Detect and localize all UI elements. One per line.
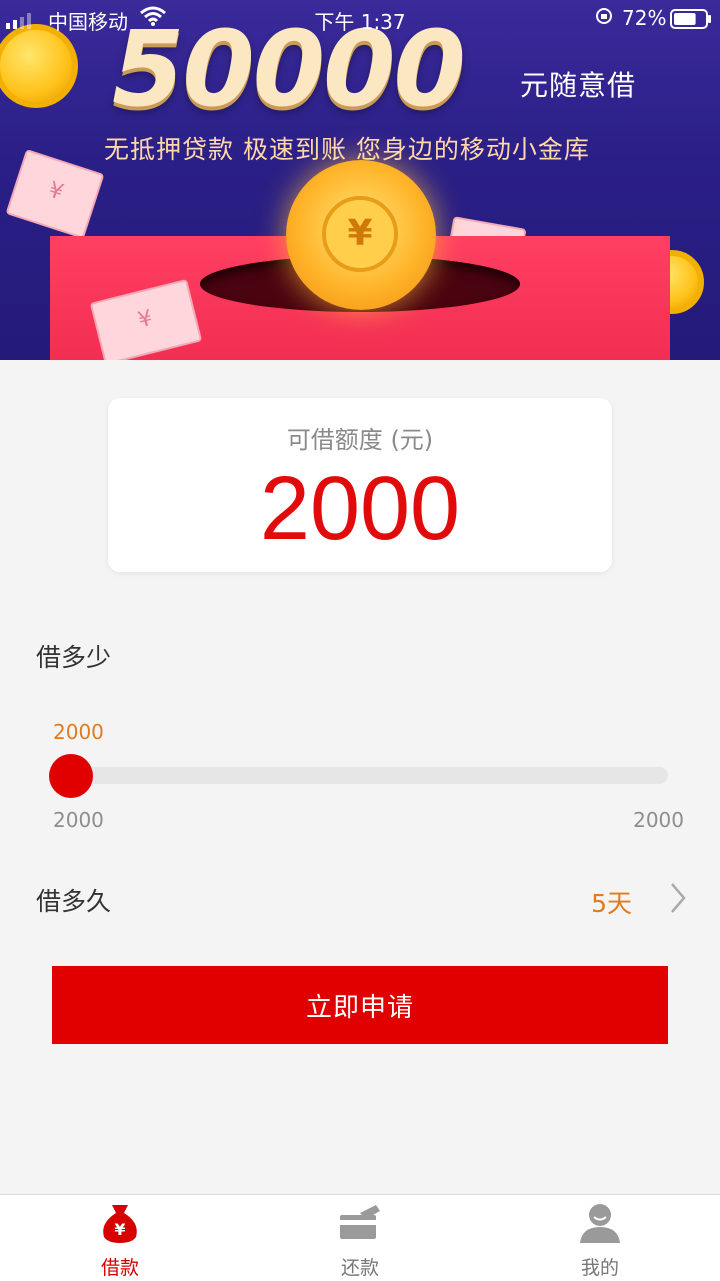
banknote-icon: ¥ — [5, 148, 105, 240]
banner-tagline: 无抵押贷款 极速到账 您身边的移动小金库 — [104, 135, 590, 164]
slider-max-label: 2000 — [633, 808, 684, 832]
term-section-label: 借多久 — [36, 887, 112, 916]
money-bag-icon: ¥ — [98, 1201, 142, 1245]
svg-text:¥: ¥ — [114, 1220, 125, 1239]
quota-label: 可借额度 (元) — [286, 426, 434, 454]
rotation-lock-icon — [594, 6, 614, 31]
apply-button[interactable]: 立即申请 — [52, 966, 668, 1044]
tab-mine[interactable]: 我的 — [480, 1195, 720, 1281]
tab-repay[interactable]: 还款 — [240, 1195, 480, 1281]
banner-amount-suffix: 元随意借 — [520, 69, 637, 102]
yuan-coin-icon: ¥ — [322, 196, 398, 272]
term-value: 5天 — [591, 889, 632, 918]
tab-label: 还款 — [340, 1257, 379, 1279]
amount-section-label: 借多少 — [36, 643, 112, 672]
slider-min-label: 2000 — [53, 808, 104, 832]
battery-icon — [670, 9, 712, 34]
bottom-tab-bar: ¥ 借款 还款 我的 — [0, 1194, 720, 1281]
tab-label: 我的 — [580, 1257, 619, 1279]
status-bar: 中国移动 下午 1:37 72% — [0, 0, 720, 36]
user-icon — [578, 1201, 622, 1245]
chevron-right-icon — [668, 880, 688, 920]
quota-card: 可借额度 (元) 2000 — [108, 398, 612, 572]
promo-banner[interactable]: ¥ ¥ ¥ ¥ 50000 元随意借 无抵押贷款 极速到账 您身边的移动小金库 … — [0, 0, 720, 360]
term-selector[interactable]: 借多久 5天 — [0, 870, 720, 926]
slider-current-value: 2000 — [53, 720, 104, 744]
amount-slider-thumb[interactable] — [49, 754, 93, 798]
card-icon — [338, 1201, 382, 1245]
amount-slider-track[interactable] — [52, 767, 668, 784]
quota-value: 2000 — [259, 459, 461, 559]
battery-percent: 72% — [622, 6, 667, 30]
tab-label: 借款 — [100, 1257, 139, 1279]
gold-coin-icon — [0, 24, 78, 108]
tab-borrow[interactable]: ¥ 借款 — [0, 1195, 240, 1281]
